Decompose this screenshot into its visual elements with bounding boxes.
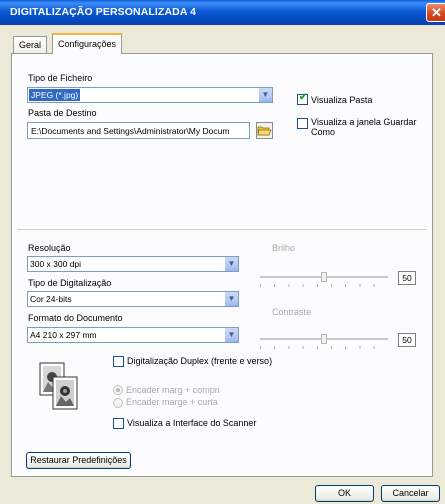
slider-thumb[interactable]: [321, 334, 327, 344]
scan-type-select[interactable]: Cor 24-bits ▼: [27, 291, 239, 307]
section-divider: [17, 229, 427, 230]
brightness-value: 50: [398, 271, 416, 285]
dialog-window: DIGITALIZAÇÃO PERSONALIZADA 4 ✕ Geral Co…: [0, 0, 445, 504]
resolution-select[interactable]: 300 x 300 dpi ▼: [27, 256, 239, 272]
ok-button[interactable]: OK: [315, 485, 374, 502]
scanner-ui-checkbox[interactable]: [113, 418, 124, 429]
file-type-value: JPEG (*.jpg): [29, 89, 81, 101]
show-save-window-label-line2: Como: [311, 127, 336, 137]
duplex-checkbox[interactable]: [113, 356, 124, 367]
destination-field[interactable]: E:\Documents and Settings\Administrator\…: [27, 122, 250, 139]
tab-configuracoes[interactable]: Configurações: [52, 33, 123, 54]
binding-long-radio[interactable]: [113, 385, 123, 395]
chevron-down-icon[interactable]: ▼: [258, 88, 272, 102]
contrast-value: 50: [398, 333, 416, 347]
chevron-down-icon[interactable]: ▼: [224, 328, 238, 342]
brightness-label: Brilho: [272, 243, 296, 253]
tab-geral-label: Geral: [19, 40, 42, 50]
tab-configuracoes-label: Configurações: [58, 39, 117, 49]
file-type-select[interactable]: JPEG (*.jpg) ▼: [27, 87, 273, 103]
contrast-label: Contraste: [272, 307, 312, 317]
file-type-label: Tipo de Ficheiro: [28, 73, 93, 83]
chevron-down-icon[interactable]: ▼: [224, 292, 238, 306]
tab-geral[interactable]: Geral: [13, 36, 48, 53]
scanner-ui-label: Visualiza a Interface do Scanner: [127, 418, 257, 428]
scan-type-value: Cor 24-bits: [30, 294, 72, 304]
duplex-label: Digitalização Duplex (frente e verso): [127, 356, 273, 366]
contrast-slider[interactable]: [260, 334, 388, 352]
slider-ticks: [260, 284, 388, 287]
restore-defaults-button[interactable]: Restaurar Predefinições: [26, 452, 131, 469]
resolution-value: 300 x 300 dpi: [30, 259, 82, 269]
window-title: DIGITALIZAÇÃO PERSONALIZADA 4: [10, 6, 197, 18]
show-folder-checkbox[interactable]: ✔: [297, 92, 308, 105]
checkmark-icon: ✔: [299, 92, 308, 103]
scan-type-label: Tipo de Digitalização: [28, 278, 112, 288]
show-save-window-label-line1: Visualiza a janela Guardar: [311, 117, 417, 127]
binding-short-label: Encader marge + curta: [126, 397, 218, 407]
binding-long-label: Encader marg + compri: [126, 385, 220, 395]
chevron-down-icon[interactable]: ▼: [224, 257, 238, 271]
folder-icon[interactable]: [256, 122, 273, 139]
document-size-value: A4 210 x 297 mm: [30, 330, 97, 340]
document-size-label: Formato do Documento: [28, 313, 123, 323]
cancel-button[interactable]: Cancelar: [381, 485, 440, 502]
title-bar: DIGITALIZAÇÃO PERSONALIZADA 4 ✕: [0, 0, 445, 25]
show-save-window-checkbox[interactable]: [297, 118, 308, 129]
document-size-select[interactable]: A4 210 x 297 mm ▼: [27, 327, 239, 343]
destination-value: E:\Documents and Settings\Administrator\…: [31, 126, 230, 136]
slider-thumb[interactable]: [321, 272, 327, 282]
binding-short-radio[interactable]: [113, 398, 123, 408]
brightness-slider[interactable]: [260, 272, 388, 290]
close-icon[interactable]: ✕: [426, 3, 445, 22]
resolution-label: Resolução: [28, 243, 71, 253]
duplex-preview-icon: [39, 362, 79, 411]
destination-label: Pasta de Destino: [28, 108, 97, 118]
show-folder-label: Visualiza Pasta: [311, 95, 373, 105]
slider-ticks: [260, 346, 388, 349]
